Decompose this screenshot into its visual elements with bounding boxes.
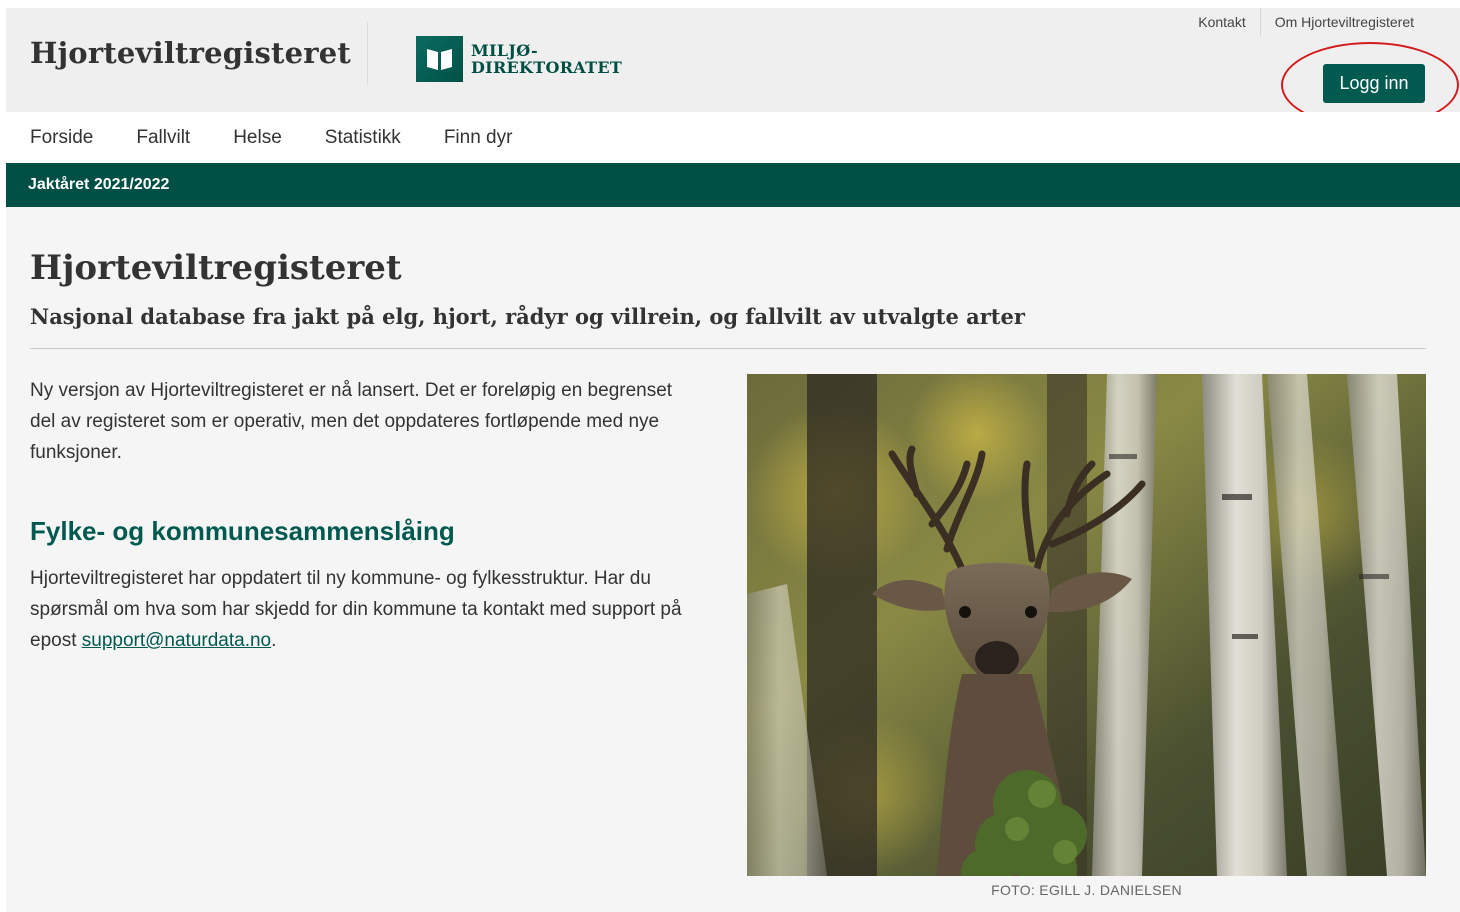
section-paragraph: Hjorteviltregisteret har oppdatert til n…	[30, 563, 730, 656]
deer-photo	[747, 374, 1426, 876]
page-title: Hjorteviltregisteret	[30, 248, 402, 288]
login-button[interactable]: Logg inn	[1323, 64, 1425, 103]
page: Hjorteviltregisteret MILJØ- DIREKTORATET…	[6, 8, 1460, 912]
miljodirektoratet-logo[interactable]: MILJØ- DIREKTORATET	[416, 36, 622, 82]
nav-item-finn-dyr[interactable]: Finn dyr	[444, 127, 513, 149]
nav-item-fallvilt[interactable]: Fallvilt	[136, 127, 190, 149]
title-divider	[30, 348, 1426, 349]
main-nav: Forside Fallvilt Helse Statistikk Finn d…	[6, 112, 1460, 163]
support-email-link[interactable]: support@naturdata.no	[82, 630, 271, 651]
intro-paragraph: Ny versjon av Hjorteviltregisteret er nå…	[30, 380, 673, 463]
logo-line-1: MILJØ-	[471, 41, 538, 60]
season-bar: Jaktåret 2021/2022	[6, 163, 1460, 207]
season-label: Jaktåret 2021/2022	[28, 176, 170, 193]
nav-item-statistikk[interactable]: Statistikk	[325, 127, 401, 149]
page-subtitle: Nasjonal database fra jakt på elg, hjort…	[30, 304, 1025, 329]
section-body-end: .	[271, 630, 277, 651]
logo-mark-icon	[416, 36, 463, 82]
site-header: Hjorteviltregisteret MILJØ- DIREKTORATET…	[6, 8, 1460, 128]
top-link-kontakt[interactable]: Kontakt	[1184, 14, 1259, 30]
deer-photo-illustration	[747, 374, 1426, 876]
top-links: Kontakt Om Hjorteviltregisteret	[1184, 8, 1414, 36]
logo-text: MILJØ- DIREKTORATET	[471, 42, 622, 76]
nav-item-helse[interactable]: Helse	[233, 127, 282, 149]
nav-item-forside[interactable]: Forside	[30, 127, 93, 149]
section-heading: Fylke- og kommunesammenslåing	[30, 516, 455, 546]
photo-credit: FOTO: EGILL J. DANIELSEN	[991, 882, 1182, 898]
top-link-om[interactable]: Om Hjorteviltregisteret	[1261, 14, 1414, 30]
header-divider	[367, 22, 368, 84]
site-title[interactable]: Hjorteviltregisteret	[30, 36, 351, 70]
logo-line-2: DIREKTORATET	[471, 58, 623, 77]
